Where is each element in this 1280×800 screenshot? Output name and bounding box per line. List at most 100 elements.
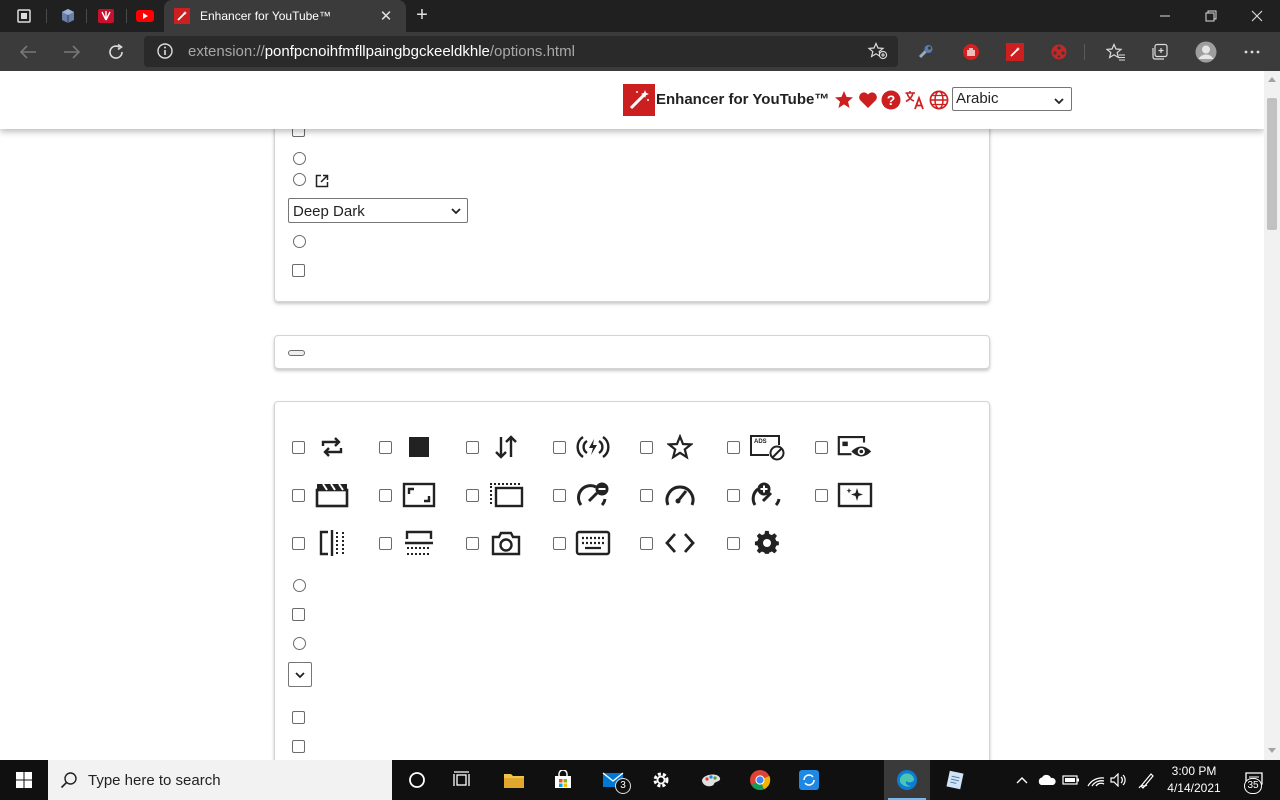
navigation-bar: extension://ponfpcnoihfmfllpaingbgckeeld… xyxy=(0,32,1280,71)
page-scrollbar[interactable] xyxy=(1264,71,1280,760)
control-checkbox-visibility[interactable] xyxy=(815,441,828,454)
translate-icon[interactable] xyxy=(904,89,926,111)
controls-checkbox-2[interactable] xyxy=(292,711,305,724)
taskbar-search-box[interactable]: Type here to search xyxy=(48,760,392,800)
language-select[interactable]: Arabic xyxy=(952,87,1072,111)
chrome-icon[interactable] xyxy=(737,760,783,800)
active-tab[interactable]: Enhancer for YouTube™ ✕ xyxy=(164,0,406,32)
control-checkbox-star[interactable] xyxy=(640,441,653,454)
tab-actions-icon[interactable] xyxy=(4,0,44,32)
control-checkbox-expand[interactable] xyxy=(379,489,392,502)
refresh-button[interactable] xyxy=(100,36,132,68)
task-view-icon[interactable] xyxy=(440,760,486,800)
control-checkbox-settings[interactable] xyxy=(727,537,740,550)
notification-count: 35 xyxy=(1244,778,1262,794)
site-info-icon[interactable] xyxy=(156,42,174,65)
size-icon xyxy=(488,477,524,513)
control-checkbox-speed[interactable] xyxy=(640,489,653,502)
live-icon xyxy=(575,429,611,465)
speed-plus-icon xyxy=(749,477,785,513)
code-icon xyxy=(662,525,698,561)
pen-workspace-icon[interactable] xyxy=(1136,760,1158,800)
restore-button[interactable] xyxy=(1188,0,1234,32)
control-checkbox-ads[interactable] xyxy=(727,441,740,454)
collections-icon[interactable] xyxy=(1144,36,1176,68)
volume-icon[interactable] xyxy=(1108,760,1130,800)
close-window-button[interactable] xyxy=(1234,0,1280,32)
theme-radio-2[interactable] xyxy=(293,173,306,186)
youtube-icon[interactable] xyxy=(125,0,165,32)
huawei-icon[interactable] xyxy=(86,0,126,32)
battery-icon[interactable] xyxy=(1060,760,1082,800)
notepad-icon[interactable] xyxy=(932,760,978,800)
control-checkbox-split-v[interactable] xyxy=(292,537,305,550)
edge-icon[interactable] xyxy=(884,760,930,800)
address-bar[interactable]: extension://ponfpcnoihfmfllpaingbgckeeld… xyxy=(144,36,898,67)
rate-star-icon[interactable] xyxy=(833,89,855,111)
back-button[interactable] xyxy=(12,36,44,68)
url-text[interactable]: extension://ponfpcnoihfmfllpaingbgckeeld… xyxy=(188,43,575,60)
film-reel-icon[interactable] xyxy=(1043,36,1075,68)
control-checkbox-screenshot[interactable] xyxy=(466,537,479,550)
control-checkbox-size[interactable] xyxy=(466,489,479,502)
controls-checkbox-1[interactable] xyxy=(292,608,305,621)
vm-app-icon[interactable] xyxy=(48,0,88,32)
store-icon[interactable] xyxy=(540,760,586,800)
controls-checkbox-3[interactable] xyxy=(292,740,305,753)
wifi-icon[interactable] xyxy=(1085,760,1107,800)
theme-radio-1[interactable] xyxy=(293,152,306,165)
donate-heart-icon[interactable] xyxy=(857,89,879,111)
slider-track[interactable] xyxy=(288,350,305,356)
settings-gear-icon[interactable] xyxy=(638,760,684,800)
onedrive-icon[interactable] xyxy=(1036,760,1058,800)
cortana-icon[interactable] xyxy=(394,760,440,800)
theme-select[interactable]: Deep Dark xyxy=(288,198,468,223)
control-checkbox-speed-plus[interactable] xyxy=(727,489,740,502)
language-globe-icon[interactable] xyxy=(928,89,950,111)
control-checkbox-speed-reset[interactable] xyxy=(553,489,566,502)
tray-overflow-icon[interactable] xyxy=(1014,760,1030,800)
cinema-mode-icon xyxy=(314,477,350,513)
search-icon xyxy=(60,771,78,794)
star-add-icon[interactable] xyxy=(867,42,888,65)
tab-close-button[interactable]: ✕ xyxy=(378,7,394,25)
scroll-up-icon[interactable] xyxy=(1268,76,1276,82)
enhancer-icon[interactable] xyxy=(999,36,1031,68)
start-button[interactable] xyxy=(0,760,48,800)
control-checkbox-live[interactable] xyxy=(553,441,566,454)
profile-avatar[interactable] xyxy=(1190,36,1222,68)
scrollbar-thumb[interactable] xyxy=(1267,98,1277,230)
options-page: Enhancer for YouTube™ ? Arabic Deep Dark… xyxy=(0,71,1264,760)
minimize-button[interactable] xyxy=(1142,0,1188,32)
control-checkbox-stop[interactable] xyxy=(379,441,392,454)
favorites-icon[interactable] xyxy=(1100,36,1132,68)
new-tab-button[interactable]: + xyxy=(410,4,434,28)
help-icon[interactable]: ? xyxy=(880,89,902,111)
more-icon[interactable] xyxy=(1236,36,1268,68)
control-checkbox-filters[interactable] xyxy=(815,489,828,502)
controls-select[interactable] xyxy=(288,662,312,687)
theme-radio-3[interactable] xyxy=(293,235,306,248)
paint-icon[interactable] xyxy=(688,760,734,800)
mail-icon[interactable]: 3 xyxy=(590,760,636,800)
control-checkbox-keyboard[interactable] xyxy=(553,537,566,550)
appearance-section: Deep Dark xyxy=(274,101,990,302)
controls-radio-2[interactable] xyxy=(293,637,306,650)
scroll-down-icon[interactable] xyxy=(1268,748,1276,754)
appearance-checkbox-2[interactable] xyxy=(292,264,305,277)
sync-app-icon[interactable] xyxy=(786,760,832,800)
system-clock[interactable]: 3:00 PM 4/14/2021 xyxy=(1160,763,1228,797)
control-checkbox-cinema[interactable] xyxy=(292,489,305,502)
hand-stop-icon[interactable] xyxy=(955,36,987,68)
file-explorer-icon[interactable] xyxy=(491,760,537,800)
open-external-icon[interactable] xyxy=(315,174,329,193)
control-checkbox-code[interactable] xyxy=(640,537,653,550)
control-checkbox-sort[interactable] xyxy=(466,441,479,454)
extension-wrench-icon[interactable] xyxy=(910,36,942,68)
forward-button[interactable] xyxy=(56,36,88,68)
settings-icon xyxy=(749,525,785,561)
controls-radio-1[interactable] xyxy=(293,579,306,592)
control-checkbox-split-h[interactable] xyxy=(379,537,392,550)
control-checkbox-loop[interactable] xyxy=(292,441,305,454)
sort-icon xyxy=(488,429,524,465)
